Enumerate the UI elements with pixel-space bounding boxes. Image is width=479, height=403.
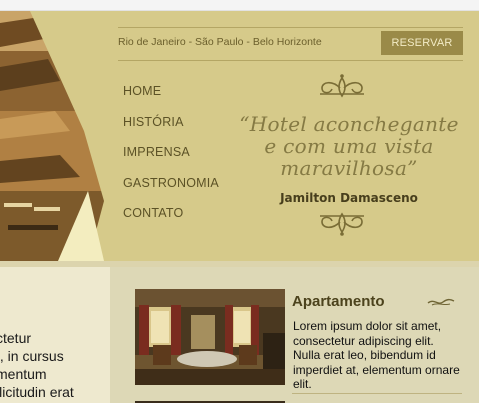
reserve-button[interactable]: RESERVAR xyxy=(381,31,463,55)
quote-line-1: “Hotel aconchegante xyxy=(239,112,459,136)
left-text-line: mentum xyxy=(0,366,47,382)
site-header: Rio de Janeiro - São Paulo - Belo Horizo… xyxy=(0,11,479,261)
left-column: ctetur t, in cursus mentum llicitudin er… xyxy=(0,267,110,403)
main-nav: HOME HISTÓRIA IMPRENSA GASTRONOMIA CONTA… xyxy=(123,83,219,236)
nav-home[interactable]: HOME xyxy=(123,83,219,114)
room-description: Lorem ipsum dolor sit amet, consectetur … xyxy=(293,319,460,391)
ornament-bottom-icon xyxy=(320,212,364,236)
testimonial-quote: “Hotel aconchegante e com uma vista mara… xyxy=(232,113,466,179)
room-title[interactable]: Apartamento xyxy=(292,293,385,310)
quote-line-2: e com uma vista xyxy=(264,134,434,158)
header-top-rule xyxy=(118,27,463,28)
top-bar xyxy=(0,0,479,11)
hotel-terrace-photo xyxy=(0,11,118,261)
left-text-line: ctetur xyxy=(0,330,32,346)
header-bottom-rule xyxy=(118,60,463,61)
cities-text: Rio de Janeiro - São Paulo - Belo Horizo… xyxy=(118,36,322,48)
nav-contato[interactable]: CONTATO xyxy=(123,205,219,236)
left-text-line: t, in cursus xyxy=(0,348,64,364)
left-column-text: ctetur t, in cursus mentum llicitudin er… xyxy=(0,329,74,401)
ornament-top-icon xyxy=(320,74,364,98)
apartment-photo[interactable] xyxy=(135,289,285,385)
left-text-line: llicitudin erat xyxy=(0,384,74,400)
nav-imprensa[interactable]: IMPRENSA xyxy=(123,144,219,175)
quote-author: Jamilton Damasceno xyxy=(280,191,418,205)
swirl-icon xyxy=(427,298,455,306)
nav-historia[interactable]: HISTÓRIA xyxy=(123,114,219,145)
nav-gastronomia[interactable]: GASTRONOMIA xyxy=(123,175,219,206)
room-divider xyxy=(292,393,462,394)
quote-line-3: maravilhosa” xyxy=(280,156,418,180)
